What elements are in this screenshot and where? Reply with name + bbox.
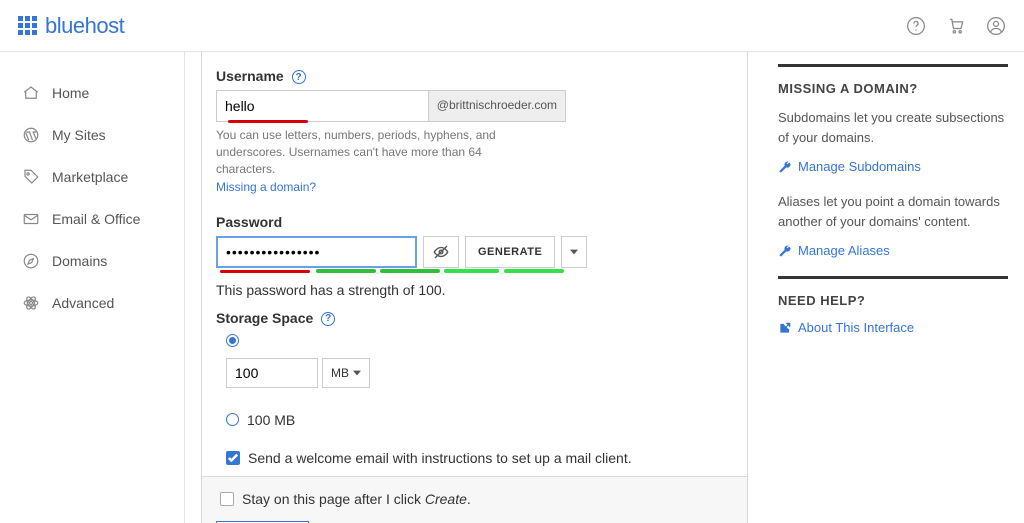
- username-hint: You can use letters, numbers, periods, h…: [216, 127, 516, 177]
- external-link-icon: [778, 321, 792, 335]
- password-row: GENERATE: [216, 236, 576, 268]
- help-icon[interactable]: [906, 16, 926, 36]
- password-strength-text: This password has a strength of 100.: [216, 282, 733, 298]
- sidebar-item-label: Advanced: [52, 295, 114, 311]
- welcome-email-row: Send a welcome email with instructions t…: [226, 450, 733, 466]
- right-sidebar: MISSING A DOMAIN? Subdomains let you cre…: [778, 52, 1008, 523]
- manage-subdomains-link[interactable]: Manage Subdomains: [778, 159, 1008, 174]
- sidebar-item-label: Email & Office: [52, 211, 140, 227]
- aside-subdomain-text: Subdomains let you create subsections of…: [778, 108, 1008, 147]
- atom-icon: [22, 294, 40, 312]
- mail-icon: [22, 210, 40, 228]
- domain-suffix: @brittnischroeder.com: [428, 90, 566, 122]
- aside-missing-title: MISSING A DOMAIN?: [778, 64, 1008, 96]
- sidebar-item-label: My Sites: [52, 127, 106, 143]
- username-input-group: @brittnischroeder.com: [216, 90, 566, 122]
- content-area: Username ? @brittnischroeder.com You can…: [185, 52, 1024, 523]
- check-icon: [228, 453, 238, 463]
- about-interface-link[interactable]: About This Interface: [778, 320, 1008, 335]
- password-label: Password: [216, 214, 733, 230]
- caret-down-icon: [353, 370, 361, 376]
- manage-aliases-link[interactable]: Manage Aliases: [778, 243, 1008, 258]
- username-input[interactable]: [216, 90, 428, 122]
- stay-on-page-row: Stay on this page after I click Create.: [220, 491, 733, 507]
- sidebar-item-advanced[interactable]: Advanced: [0, 282, 184, 324]
- sidebar-item-domains[interactable]: Domains: [0, 240, 184, 282]
- storage-radio-custom[interactable]: [226, 334, 239, 347]
- storage-radio-fixed-row: 100 MB: [226, 412, 733, 428]
- brand-grid-icon: [18, 16, 37, 35]
- sidebar-item-label: Home: [52, 85, 89, 101]
- password-strength-bar: [216, 270, 576, 276]
- wordpress-icon: [22, 126, 40, 144]
- username-label: Username ?: [216, 68, 733, 84]
- compass-icon: [22, 252, 40, 270]
- wrench-icon: [778, 244, 792, 258]
- sidebar-item-label: Domains: [52, 253, 107, 269]
- help-icon[interactable]: ?: [321, 312, 335, 326]
- storage-custom-row: MB: [226, 358, 386, 388]
- generate-dropdown-button[interactable]: [561, 236, 587, 268]
- sidebar-item-label: Marketplace: [52, 169, 128, 185]
- toggle-visibility-button[interactable]: [423, 236, 459, 268]
- storage-radio-fixed[interactable]: [226, 413, 239, 426]
- storage-fixed-label: 100 MB: [247, 412, 295, 428]
- help-icon[interactable]: ?: [292, 70, 306, 84]
- storage-label: Storage Space ?: [216, 310, 733, 326]
- welcome-email-checkbox[interactable]: [226, 451, 240, 465]
- storage-unit-select[interactable]: MB: [322, 358, 370, 388]
- caret-down-icon: [570, 247, 578, 257]
- email-create-form: Username ? @brittnischroeder.com You can…: [201, 52, 748, 523]
- generate-button[interactable]: GENERATE: [465, 236, 555, 268]
- brand-text: bluehost: [45, 13, 124, 39]
- profile-icon[interactable]: [986, 16, 1006, 36]
- stay-on-page-checkbox[interactable]: [220, 492, 234, 506]
- eye-off-icon: [432, 243, 450, 261]
- home-icon: [22, 84, 40, 102]
- form-footer: Stay on this page after I click Create. …: [202, 476, 747, 523]
- missing-domain-link[interactable]: Missing a domain?: [216, 180, 316, 194]
- aside-help-title: NEED HELP?: [778, 276, 1008, 308]
- storage-value-input[interactable]: [226, 358, 318, 388]
- cart-icon[interactable]: [946, 16, 966, 36]
- annotation-underline: [228, 120, 308, 123]
- welcome-email-label: Send a welcome email with instructions t…: [248, 450, 632, 466]
- tag-icon: [22, 168, 40, 186]
- wrench-icon: [778, 160, 792, 174]
- sidebar-item-mysites[interactable]: My Sites: [0, 114, 184, 156]
- aside-alias-text: Aliases let you point a domain towards a…: [778, 192, 1008, 231]
- sidebar-item-marketplace[interactable]: Marketplace: [0, 156, 184, 198]
- brand-logo[interactable]: bluehost: [18, 13, 124, 39]
- sidebar: Home My Sites Marketplace Email & Office…: [0, 52, 185, 523]
- sidebar-item-email[interactable]: Email & Office: [0, 198, 184, 240]
- top-bar: bluehost: [0, 0, 1024, 52]
- password-input[interactable]: [216, 236, 417, 268]
- top-icons: [906, 16, 1006, 36]
- sidebar-item-home[interactable]: Home: [0, 72, 184, 114]
- stay-on-page-label: Stay on this page after I click Create.: [242, 491, 471, 507]
